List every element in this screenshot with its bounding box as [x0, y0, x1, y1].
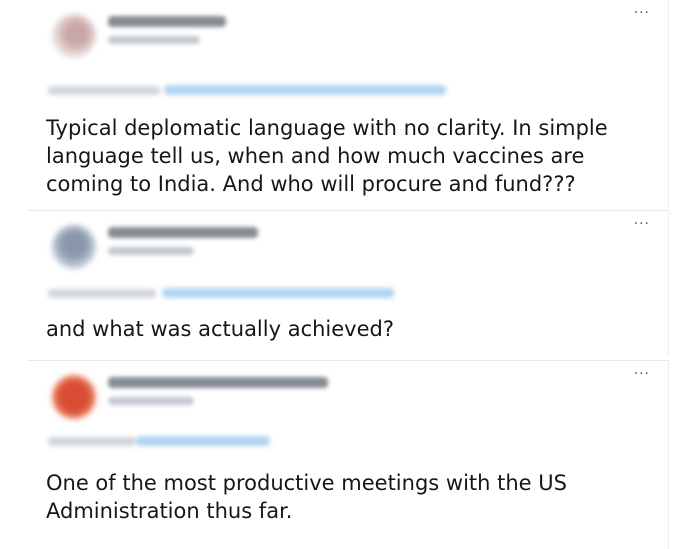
blurred-replying-to-links[interactable]	[164, 85, 446, 95]
reply-text: and what was actually achieved?	[46, 317, 395, 341]
reply-card[interactable]: ··· Typical deplomatic language with no …	[28, 0, 669, 208]
reply-card[interactable]: ··· and what was actually achieved?	[28, 210, 669, 357]
blurred-handle	[108, 247, 194, 255]
blurred-handle	[108, 36, 200, 44]
blurred-replying-to-label	[48, 289, 156, 298]
avatar[interactable]	[52, 14, 96, 58]
avatar[interactable]	[52, 375, 96, 419]
blurred-replying-to-label	[48, 86, 160, 95]
blurred-replying-to-links[interactable]	[136, 436, 270, 446]
blurred-username[interactable]	[108, 227, 258, 238]
reply-text: Typical deplomatic language with no clar…	[46, 116, 608, 196]
blurred-replying-to-label	[48, 437, 136, 446]
more-options-icon[interactable]: ···	[634, 217, 650, 231]
blurred-replying-to-links[interactable]	[162, 288, 394, 298]
blurred-username[interactable]	[108, 16, 226, 27]
avatar[interactable]	[52, 225, 96, 269]
blurred-handle	[108, 397, 194, 405]
reply-card[interactable]: ··· One of the most productive meetings …	[28, 360, 669, 549]
reply-text: One of the most productive meetings with…	[46, 471, 567, 523]
more-options-icon[interactable]: ···	[634, 6, 650, 20]
blurred-username[interactable]	[108, 377, 328, 388]
more-options-icon[interactable]: ···	[634, 367, 650, 381]
